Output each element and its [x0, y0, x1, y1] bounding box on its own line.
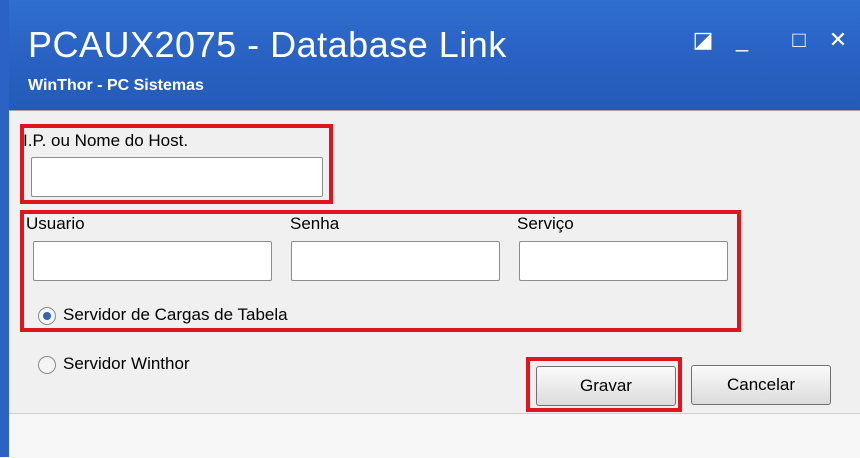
cancel-button[interactable]: Cancelar [691, 365, 831, 405]
close-icon[interactable]: ✕ [827, 29, 849, 51]
dialog-window: PCAUX2075 - Database Link WinThor - PC S… [9, 0, 860, 458]
save-highlight-box [526, 357, 682, 412]
host-highlight-box [20, 124, 333, 204]
form-area: I.P. ou Nome do Host. Usuario Senha Serv… [9, 110, 860, 414]
winthor-server-radio[interactable] [38, 356, 56, 374]
title-bar: PCAUX2075 - Database Link WinThor - PC S… [9, 0, 860, 110]
winthor-server-label[interactable]: Servidor Winthor [63, 354, 190, 374]
restore-icon[interactable]: ◪ [692, 29, 714, 51]
window-left-border [0, 0, 9, 457]
maximize-icon[interactable]: □ [788, 29, 810, 51]
status-bar [9, 413, 860, 458]
minimize-icon[interactable]: _ [731, 29, 753, 51]
window-subtitle: WinThor - PC Sistemas [28, 77, 204, 94]
window-title: PCAUX2075 - Database Link [28, 24, 507, 65]
credentials-highlight-box [20, 210, 741, 332]
